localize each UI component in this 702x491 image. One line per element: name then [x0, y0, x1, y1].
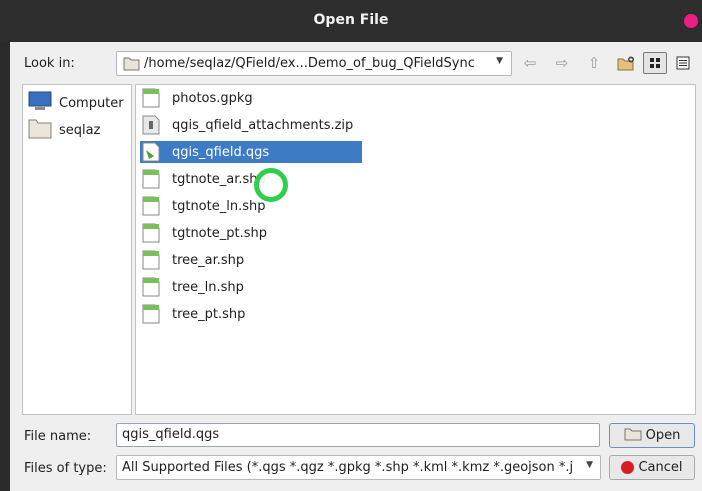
list-item[interactable]: photos.gpkg [140, 87, 253, 109]
computer-icon [28, 91, 52, 115]
sidebar-item-label: seqlaz [59, 122, 101, 138]
open-button[interactable]: Open [609, 423, 695, 448]
qgs-file-icon [142, 142, 160, 162]
close-window-icon[interactable] [684, 14, 698, 28]
shp-file-icon [142, 250, 160, 270]
shp-file-icon [142, 169, 160, 189]
sidebar-item-computer[interactable]: Computer [28, 91, 124, 115]
shp-file-icon [142, 196, 160, 216]
file-name: tgtnote_pt.shp [172, 225, 267, 241]
file-name: tgtnote_ar.shp [172, 171, 266, 187]
list-item[interactable]: tree_ln.shp [140, 276, 244, 298]
back-arrow-icon[interactable]: ⇦ [518, 52, 542, 74]
file-name: photos.gpkg [172, 90, 253, 106]
list-item[interactable]: qgis_qfield.qgs [140, 141, 362, 163]
new-folder-icon[interactable] [614, 52, 638, 74]
open-button-label: Open [645, 428, 681, 443]
sidebar-item-seqlaz[interactable]: seqlaz [28, 117, 100, 143]
places-sidebar: Computer seqlaz [22, 84, 132, 415]
list-item[interactable]: tgtnote_ln.shp [140, 195, 265, 217]
chevron-down-icon[interactable]: ▼ [496, 56, 503, 66]
forward-arrow-icon[interactable]: ⇨ [550, 52, 574, 74]
look-in-label: Look in: [24, 56, 75, 71]
look-in-combo[interactable]: /home/seqlaz/QField/ex...Demo_of_bug_QFi… [116, 51, 512, 76]
file-name: qgis_qfield.qgs [172, 144, 270, 160]
cancel-icon [621, 461, 635, 474]
file-type-value: All Supported Files (*.qgs *.qgz *.gpkg … [122, 460, 574, 475]
file-name: tree_pt.shp [172, 306, 246, 322]
file-name-label: File name: [24, 429, 92, 444]
sidebar-item-label: Computer [59, 95, 124, 111]
file-list: photos.gpkg qgis_qfield_attachments.zip … [135, 84, 696, 415]
file-type-label: Files of type: [24, 461, 107, 476]
list-item[interactable]: tree_ar.shp [140, 249, 244, 271]
list-item[interactable]: qgis_qfield_attachments.zip [140, 114, 353, 136]
chevron-down-icon[interactable]: ▼ [586, 460, 593, 470]
file-type-combo[interactable]: All Supported Files (*.qgs *.qgz *.gpkg … [116, 455, 601, 480]
click-indicator-icon [254, 168, 288, 202]
detail-view-icon[interactable] [671, 52, 695, 74]
shp-file-icon [142, 277, 160, 297]
zip-file-icon [142, 115, 160, 135]
shp-file-icon [142, 223, 160, 243]
file-name: tgtnote_ln.shp [172, 198, 266, 214]
file-name-value: qgis_qfield.qgs [122, 427, 220, 442]
file-name: qgis_qfield_attachments.zip [172, 117, 354, 133]
list-item[interactable]: tgtnote_ar.shp [140, 168, 266, 190]
list-view-icon[interactable] [643, 52, 667, 74]
folder-icon [123, 56, 140, 75]
window-title: Open File [313, 12, 389, 28]
file-name: tree_ln.shp [172, 279, 244, 295]
open-file-dialog: Look in: /home/seqlaz/QField/ex...Demo_o… [10, 42, 702, 491]
folder-icon [624, 427, 642, 445]
file-name: tree_ar.shp [172, 252, 245, 268]
gpkg-file-icon [142, 88, 160, 108]
list-item[interactable]: tree_pt.shp [140, 303, 245, 325]
cancel-button-label: Cancel [638, 460, 683, 475]
up-arrow-icon[interactable]: ⇧ [582, 52, 606, 74]
file-name-input[interactable]: qgis_qfield.qgs [116, 423, 600, 447]
title-bar: Open File [0, 0, 702, 42]
cancel-button[interactable]: Cancel [609, 455, 695, 480]
folder-icon [28, 117, 52, 143]
list-item[interactable]: tgtnote_pt.shp [140, 222, 267, 244]
shp-file-icon [142, 304, 160, 324]
look-in-path: /home/seqlaz/QField/ex...Demo_of_bug_QFi… [144, 56, 475, 71]
